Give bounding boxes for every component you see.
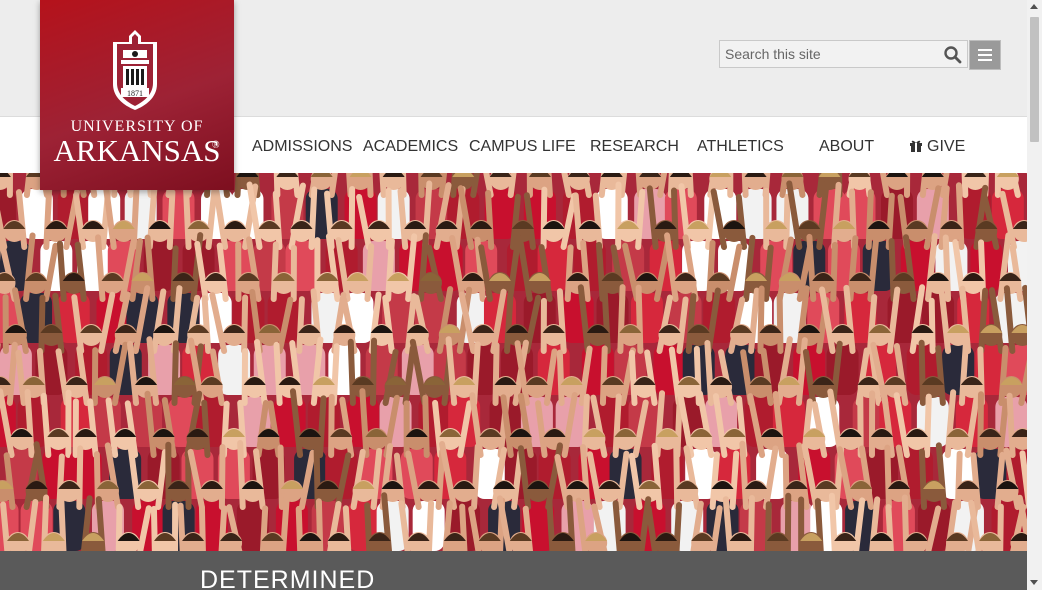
nav-admissions[interactable]: ADMISSIONS: [252, 117, 352, 174]
logo-year: 1871: [127, 89, 143, 98]
nav-about[interactable]: ABOUT: [819, 117, 874, 174]
old-main-tower-emblem-icon: [113, 30, 157, 110]
vertical-scrollbar[interactable]: [1027, 0, 1042, 590]
feature-heading: DETERMINED: [200, 566, 376, 590]
search-box: [719, 40, 968, 68]
university-logo[interactable]: 1871 UNIVERSITY OF ARKANSAS ®: [40, 0, 234, 190]
scroll-thumb[interactable]: [1030, 17, 1039, 142]
search-icon[interactable]: [943, 45, 963, 65]
hamburger-menu-icon: [978, 49, 992, 51]
search-input[interactable]: [720, 41, 940, 67]
feature-band: DETERMINED: [0, 551, 1027, 590]
hero-image: [0, 173, 1027, 551]
gift-icon: [910, 140, 922, 152]
nav-give-label: GIVE: [927, 138, 966, 155]
nav-campus-life[interactable]: CAMPUS LIFE: [469, 117, 576, 174]
scroll-up-arrow-icon[interactable]: [1030, 4, 1038, 9]
logo-trademark: ®: [212, 140, 220, 151]
hamburger-menu-button[interactable]: [969, 40, 1001, 70]
nav-give[interactable]: GIVE: [909, 117, 965, 174]
nav-research[interactable]: RESEARCH: [590, 117, 679, 174]
crowd-of-fans-photo: [0, 173, 1027, 551]
logo-arkansas: ARKANSAS: [53, 133, 221, 168]
scroll-down-arrow-icon[interactable]: [1030, 580, 1038, 585]
nav-athletics[interactable]: ATHLETICS: [697, 117, 784, 174]
nav-academics[interactable]: ACADEMICS: [363, 117, 458, 174]
